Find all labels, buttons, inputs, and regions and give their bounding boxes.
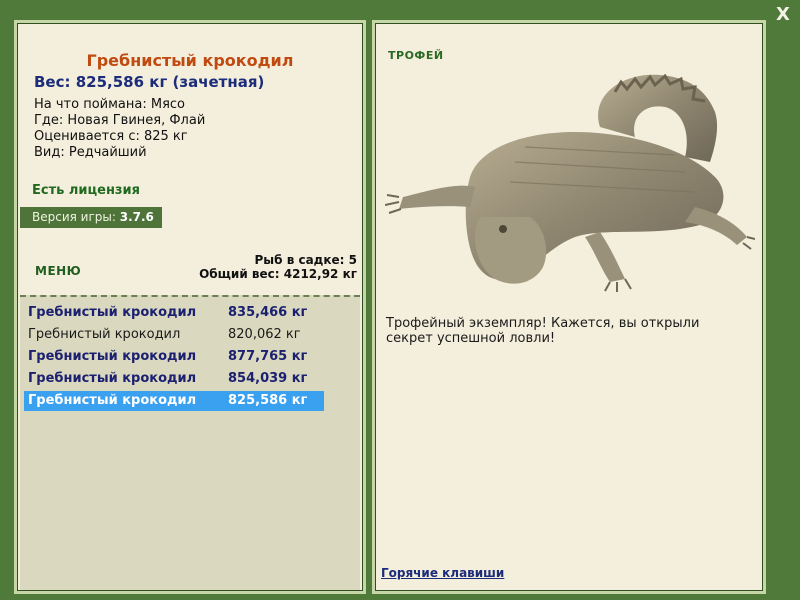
catch-list: Гребнистый крокодил 835,466 кг Гребнисты…: [20, 295, 360, 590]
list-item[interactable]: Гребнистый крокодил 835,466 кг: [24, 303, 324, 323]
list-item-weight: 835,466 кг: [228, 305, 308, 320]
total-weight: Общий вес: 4212,92 кг: [199, 267, 357, 281]
list-item-weight: 825,586 кг: [228, 393, 308, 408]
fish-rarity: Вид: Редчайший: [34, 145, 147, 160]
fish-value: Оценивается с: 825 кг: [34, 129, 188, 144]
list-item-weight: 854,039 кг: [228, 371, 308, 386]
fish-location: Где: Новая Гвинея, Флай: [34, 113, 206, 128]
list-item-weight: 877,765 кг: [228, 349, 308, 364]
list-item[interactable]: Гребнистый крокодил 877,765 кг: [24, 347, 324, 367]
list-item-name: Гребнистый крокодил: [28, 393, 197, 408]
fish-info-panel: Гребнистый крокодил Вес: 825,586 кг (зач…: [14, 20, 366, 594]
license-status: Есть лицензия: [32, 183, 140, 198]
trophy-panel: ТРОФЕЙ Трофейный экземпляр! Кажется, вы …: [372, 20, 766, 594]
list-item-weight: 820,062 кг: [228, 327, 301, 342]
version-value: 3.7.6: [119, 210, 154, 224]
list-item[interactable]: Гребнистый крокодил 854,039 кг: [24, 369, 324, 389]
close-button[interactable]: X: [772, 4, 794, 26]
list-item[interactable]: Гребнистый крокодил 820,062 кг: [24, 325, 324, 345]
fish-title: Гребнистый крокодил: [86, 51, 294, 70]
hotkeys-link[interactable]: Горячие клавиши: [381, 566, 504, 580]
fish-count: Рыб в садке: 5: [254, 253, 358, 267]
fish-bait: На что поймана: Мясо: [34, 97, 186, 112]
list-item-name: Гребнистый крокодил: [28, 327, 181, 342]
crocodile-image: [385, 73, 755, 292]
trophy-description: Трофейный экземпляр! Кажется, вы открыли…: [386, 316, 700, 346]
trophy-label: ТРОФЕЙ: [388, 49, 444, 62]
menu-button[interactable]: МЕНЮ: [35, 264, 81, 278]
game-version: Версия игры: 3.7.6: [20, 207, 162, 228]
version-label: Версия игры:: [32, 210, 116, 224]
fish-weight: Вес: 825,586 кг (зачетная): [34, 73, 265, 91]
list-item-name: Гребнистый крокодил: [28, 305, 197, 320]
list-item-name: Гребнистый крокодил: [28, 371, 197, 386]
list-item-selected[interactable]: Гребнистый крокодил 825,586 кг: [24, 391, 324, 411]
keepnet-stats: Рыб в садке: 5 Общий вес: 4212,92 кг: [199, 253, 357, 281]
list-item-name: Гребнистый крокодил: [28, 349, 197, 364]
